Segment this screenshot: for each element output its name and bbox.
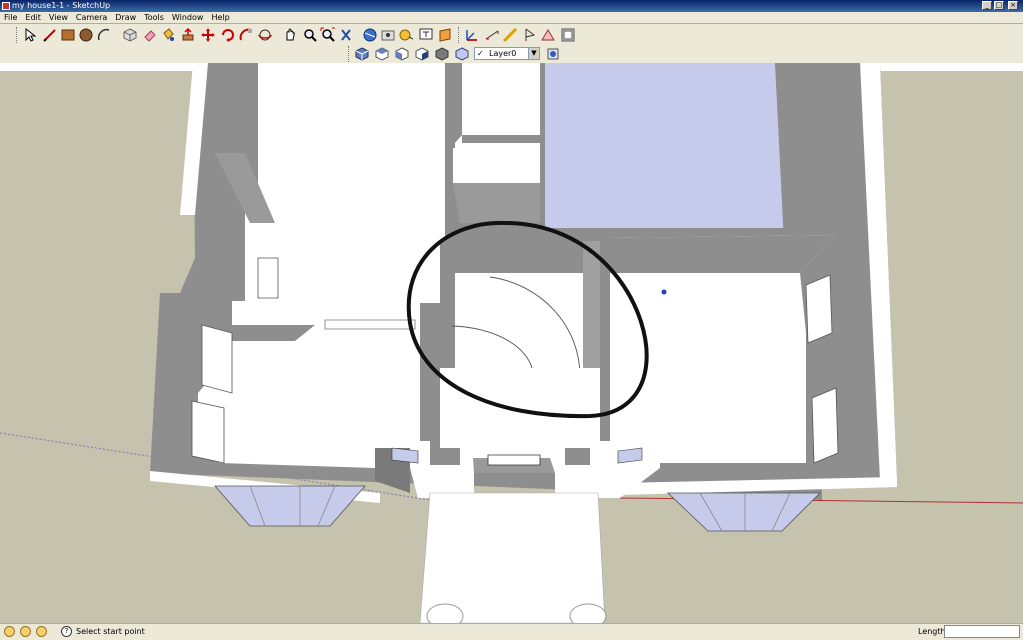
follow-me-icon[interactable] xyxy=(238,27,254,43)
tape-measure-icon[interactable] xyxy=(398,27,414,43)
sketchup-app-icon xyxy=(2,2,10,10)
line-tool-icon[interactable] xyxy=(42,27,58,43)
sandbox-tool-icon[interactable] xyxy=(522,27,538,43)
window-title: my house1-1 - SketchUp xyxy=(12,1,111,10)
dimension-tool-icon[interactable] xyxy=(484,27,500,43)
window-titlebar: my house1-1 - SketchUp _ □ × xyxy=(0,0,1023,12)
porch-column xyxy=(426,603,464,623)
top-view-icon[interactable] xyxy=(374,46,390,62)
left-view-icon[interactable] xyxy=(454,46,470,62)
wall-face xyxy=(462,135,540,143)
current-layer-check-icon: ✓ xyxy=(477,49,484,58)
front-walkway xyxy=(419,492,606,623)
help-icon[interactable]: ? xyxy=(61,626,72,637)
status-message: Select start point xyxy=(76,627,145,636)
menu-draw[interactable]: Draw xyxy=(111,12,140,23)
axes-tool-icon[interactable] xyxy=(464,27,480,43)
wall-face xyxy=(455,63,462,143)
measurements-label: Length xyxy=(918,627,946,636)
wall-face xyxy=(440,241,455,378)
views-toolbar: ✓ Layer0 ▼ xyxy=(0,45,1023,64)
chevron-down-icon[interactable]: ▼ xyxy=(528,48,539,59)
measurements-input[interactable] xyxy=(944,625,1020,638)
closet-floor xyxy=(453,148,540,183)
wall-face xyxy=(453,183,540,223)
layer-name: Layer0 xyxy=(489,49,517,58)
select-tool-icon[interactable] xyxy=(22,27,38,43)
menu-bar: File Edit View Camera Draw Tools Window Help xyxy=(0,12,1023,24)
arc-tool-icon[interactable] xyxy=(96,27,112,43)
front-view-icon[interactable] xyxy=(394,46,410,62)
window xyxy=(201,324,233,394)
back-view-icon[interactable] xyxy=(434,46,450,62)
main-toolbar xyxy=(0,24,1023,45)
porch-column xyxy=(569,603,607,623)
paint-bucket-icon[interactable] xyxy=(160,27,176,43)
modeling-viewport[interactable] xyxy=(0,63,1023,623)
menu-edit[interactable]: Edit xyxy=(21,12,45,23)
iso-view-icon[interactable] xyxy=(354,46,370,62)
rotate-tool-icon[interactable] xyxy=(220,27,236,43)
closet-floor xyxy=(455,63,540,158)
walk-tool-icon[interactable] xyxy=(338,27,354,43)
scale-tool-icon[interactable] xyxy=(540,27,556,43)
rectangle-tool-icon[interactable] xyxy=(60,27,76,43)
toolbar-grip[interactable] xyxy=(16,27,20,43)
window xyxy=(257,257,279,299)
window xyxy=(811,387,839,464)
pan-tool-icon[interactable] xyxy=(282,27,298,43)
toolbar-grip[interactable] xyxy=(458,27,462,43)
look-around-icon[interactable] xyxy=(380,27,396,43)
zoom-extents-icon[interactable] xyxy=(320,27,336,43)
window xyxy=(617,447,643,464)
window xyxy=(191,400,225,464)
interior-window xyxy=(324,319,416,330)
menu-view[interactable]: View xyxy=(45,12,72,23)
circle-tool-icon[interactable] xyxy=(78,27,94,43)
status-bar: ? Select start point Length xyxy=(0,623,1023,640)
wall-face xyxy=(775,63,868,263)
menu-tools[interactable]: Tools xyxy=(140,12,168,23)
start-point-marker xyxy=(661,289,667,295)
wall-face xyxy=(440,241,600,273)
wall-face xyxy=(583,241,600,378)
text-tool-icon[interactable] xyxy=(418,27,434,43)
menu-window[interactable]: Window xyxy=(168,12,208,23)
glass-room-floor xyxy=(545,63,785,228)
eraser-tool-icon[interactable] xyxy=(142,27,158,43)
layer-dropdown[interactable]: ✓ Layer0 ▼ xyxy=(474,47,540,60)
make-component-icon[interactable] xyxy=(122,27,138,43)
window xyxy=(805,274,833,344)
wall-face xyxy=(605,235,835,273)
push-pull-icon[interactable] xyxy=(180,27,196,43)
toolbar-grip[interactable] xyxy=(348,46,352,62)
zoom-tool-icon[interactable] xyxy=(302,27,318,43)
front-door xyxy=(487,454,541,466)
credits-icon[interactable] xyxy=(20,626,31,637)
components-browser-icon[interactable] xyxy=(560,27,576,43)
maximize-button[interactable]: □ xyxy=(994,1,1004,10)
window xyxy=(391,447,419,464)
menu-help[interactable]: Help xyxy=(207,12,233,23)
orbit-tool-icon[interactable] xyxy=(257,27,273,43)
layer-manager-icon[interactable] xyxy=(545,46,561,62)
minimize-button[interactable]: _ xyxy=(982,1,992,10)
right-view-icon[interactable] xyxy=(414,46,430,62)
move-tool-icon[interactable] xyxy=(200,27,216,43)
geo-location-icon[interactable] xyxy=(4,626,15,637)
account-icon[interactable] xyxy=(36,626,47,637)
protractor-tool-icon[interactable] xyxy=(502,27,518,43)
section-plane-icon[interactable] xyxy=(437,27,453,43)
position-camera-icon[interactable] xyxy=(362,27,378,43)
menu-camera[interactable]: Camera xyxy=(72,12,111,23)
house-model-scene[interactable] xyxy=(0,63,1023,623)
menu-file[interactable]: File xyxy=(0,12,21,23)
close-button[interactable]: × xyxy=(1008,1,1018,10)
wall-face xyxy=(426,363,440,453)
